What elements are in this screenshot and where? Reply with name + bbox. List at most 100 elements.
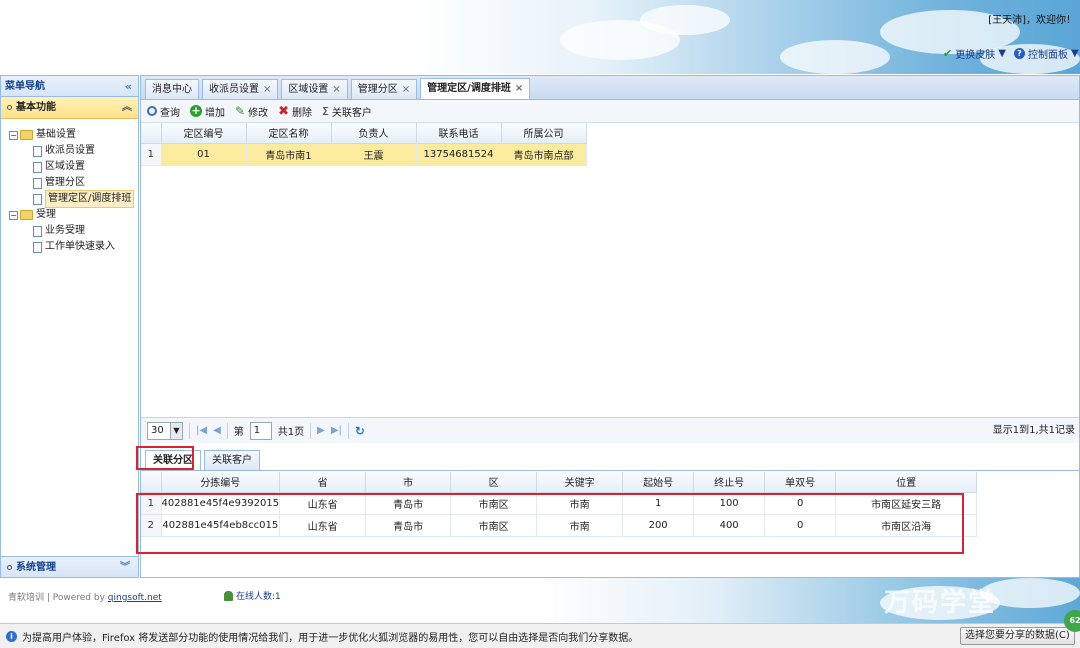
prev-page-icon[interactable]: ◀ [213,425,221,436]
file-icon [33,145,42,157]
collapse-left-icon[interactable]: « [125,76,132,97]
row-number: 1 [141,143,162,166]
query-button[interactable]: 查询 [147,104,180,119]
change-skin-menu[interactable]: ✔ 更换皮肤 ▼ [943,46,1006,61]
tree-item-label: 管理定区/调度排班 [45,190,135,208]
welcome-text: [王天沛]，欢迎你！ [988,15,1076,26]
control-panel-menu[interactable]: ? 控制面板 ▼ [1014,46,1079,61]
dropdown-arrow-icon: ▼ [170,422,182,439]
tab-label: 关联客户 [212,455,252,466]
table-row[interactable]: 1 01 青岛市南1 王震 13754681524 青岛市南点部 [141,143,587,166]
table-cell: 青岛市南1 [246,143,332,166]
separator [310,422,312,439]
tab-courier-settings[interactable]: 收派员设置 × [202,79,279,99]
page-size-select[interactable]: 30 ▼ [147,421,183,440]
nav-title: 菜单导航 « [1,76,138,97]
function-tree: − 基础设置 收派员设置 区域设置 管理分区 管理定区/调度排班 − 受理 业务… [1,119,138,255]
tree-node-accept[interactable]: − 受理 [9,207,138,223]
fixed-area-grid: 定区编号 定区名称 负责人 联系电话 所属公司 1 01 青岛市南1 王震 13… [141,123,587,166]
column-header[interactable]: 省 [279,472,367,493]
page-total-label: 共1页 [277,427,305,438]
edit-button[interactable]: ✎ 修改 [235,104,268,119]
column-header[interactable]: 单双号 [764,472,837,493]
tree-item-label: 业务受理 [45,225,85,236]
file-icon [33,161,42,173]
page-size-value: 30 [151,425,164,436]
column-header[interactable]: 位置 [835,472,978,493]
tree-item-label: 工作单快速录入 [45,241,115,252]
separator [226,422,228,439]
collapse-node-icon[interactable]: − [9,130,18,140]
table-cell: 13754681524 [416,143,502,166]
tab-manage-fixed-area[interactable]: 管理定区/调度排班 × [420,78,531,99]
table-cell: 青岛市南点部 [501,143,587,166]
query-label: 查询 [160,107,180,119]
close-icon[interactable]: × [263,84,271,95]
column-header[interactable]: 分拣编号 [161,472,281,493]
highlight-box-subgrid [136,493,964,554]
next-page-icon[interactable]: ▶ [317,425,325,436]
link-customer-button[interactable]: Σ 关联客户 [322,104,372,119]
share-data-button[interactable]: 选择您要分享的数据(C) [960,627,1075,645]
column-header[interactable]: 联系电话 [416,123,502,144]
file-icon [33,225,42,237]
tab-linked-customer[interactable]: 关联客户 [204,450,260,470]
tab-strip: 消息中心 收派员设置 × 区域设置 × 管理分区 × 管理定区/调度排班 × [141,76,1079,100]
tree-item-region-settings[interactable]: 区域设置 [9,159,138,175]
column-header[interactable]: 定区名称 [246,123,332,144]
column-header[interactable]: 市 [365,472,452,493]
column-header[interactable]: 关键字 [536,472,624,493]
dropdown-arrow-icon: ▼ [1071,48,1079,59]
accordion-system-management[interactable]: 系统管理 ︾ [1,556,138,577]
chevron-up-icon: ︽ [122,102,132,113]
tree-node-basic-settings[interactable]: − 基础设置 [9,127,138,143]
column-header[interactable]: 负责人 [331,123,417,144]
close-icon[interactable]: × [402,84,410,95]
tab-region-settings[interactable]: 区域设置 × [281,79,348,99]
column-header[interactable]: 起始号 [622,472,695,493]
separator [189,422,190,439]
page-prefix-label: 第 [233,427,244,438]
column-header[interactable]: 区 [450,472,538,493]
tree-item-label: 管理分区 [45,177,85,188]
chevron-down-icon: ︾ [120,562,130,573]
column-header[interactable]: 定区编号 [161,123,247,144]
folder-icon [20,130,33,140]
collapse-node-icon[interactable]: − [9,210,18,220]
search-icon [147,106,157,116]
browser-notification-bar: i 为提高用户体验，Firefox 将发送部分功能的使用情况给我们，用于进一步优… [0,623,1080,648]
accordion-system-label: 系统管理 [16,562,56,573]
menu-navigation-panel: 菜单导航 « 基本功能 ︽ − 基础设置 收派员设置 区域设置 管理分区 管理定… [0,75,139,578]
bullet-icon [7,564,12,570]
tree-item-quick-entry[interactable]: 工作单快速录入 [9,239,138,255]
change-skin-label: 更换皮肤 [955,50,996,61]
tree-item-manage-fixed-area[interactable]: 管理定区/调度排班 [9,190,138,208]
column-header[interactable]: 所属公司 [501,123,587,144]
powered-by-link[interactable]: qingsoft.net [108,593,162,603]
tab-message-center[interactable]: 消息中心 [145,79,199,99]
accordion-basic-functions[interactable]: 基本功能 ︽ [1,97,138,119]
tab-manage-subarea[interactable]: 管理分区 × [350,79,418,99]
tree-node-label: 基础设置 [36,129,76,140]
close-icon[interactable]: × [332,84,340,95]
first-page-icon[interactable]: |◀ [196,425,207,436]
close-icon[interactable]: × [515,83,523,94]
add-button[interactable]: + 增加 [190,104,225,119]
separator [347,422,349,439]
notification-badge[interactable]: 62 [1064,610,1080,632]
tree-item-business-accept[interactable]: 业务受理 [9,223,138,239]
accordion-basic-label: 基本功能 [16,102,56,113]
nav-title-text: 菜单导航 [5,81,45,92]
dropdown-arrow-icon: ▼ [998,48,1006,59]
online-users: 在线人数:1 [224,589,281,602]
last-page-icon[interactable]: ▶| [331,425,342,436]
folder-icon [20,210,33,220]
refresh-icon[interactable]: ↻ [355,424,365,438]
tree-item-manage-subarea[interactable]: 管理分区 [9,175,138,191]
tree-item-label: 收派员设置 [45,145,95,156]
tab-label: 管理定区/调度排班 [427,83,511,94]
delete-button[interactable]: ✖ 删除 [278,104,312,119]
column-header[interactable]: 终止号 [693,472,766,493]
tree-item-courier-settings[interactable]: 收派员设置 [9,143,138,159]
page-number-input[interactable]: 1 [249,421,272,440]
